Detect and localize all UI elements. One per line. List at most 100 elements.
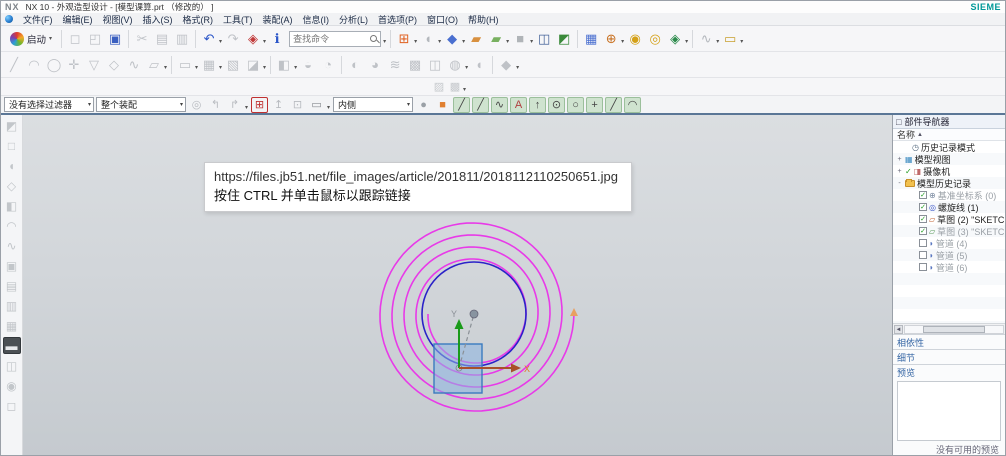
expander-icon[interactable]: + <box>896 168 903 175</box>
active-tool-icon[interactable]: ▬ <box>3 337 21 354</box>
orient-view-icon[interactable]: ◩ <box>554 29 574 49</box>
datum-plane-icon[interactable]: ◩ <box>3 117 21 134</box>
command-finder[interactable] <box>289 31 381 47</box>
menu-item-5[interactable]: 工具(T) <box>218 12 258 27</box>
freeform-icon[interactable]: ∿ <box>3 237 21 254</box>
block-feature-icon[interactable]: ◧ <box>3 197 21 214</box>
dropdown-caret-icon[interactable]: ▾ <box>245 104 248 111</box>
surface-tool-icon[interactable]: ▨ <box>431 80 447 94</box>
visibility-checkbox[interactable]: ✓ <box>919 203 927 211</box>
section-1[interactable]: 细节 <box>893 349 1005 364</box>
selection-scope-dropdown[interactable]: 整个装配▾ <box>96 97 186 112</box>
tree-row-7[interactable]: ✓▱草图 (3) "SKETCH_0... <box>893 225 1005 237</box>
visibility-checkbox[interactable] <box>919 251 927 259</box>
revolve-feature-icon[interactable]: ◇ <box>3 177 21 194</box>
search-icon[interactable] <box>370 35 377 42</box>
repeat-command-icon[interactable]: ◈ <box>243 29 263 49</box>
dropdown-caret-icon[interactable]: ▾ <box>685 38 688 45</box>
extrude-feature-icon[interactable]: ◖ <box>3 157 21 174</box>
isometric-view-icon[interactable]: ◆ <box>442 29 462 49</box>
boolean-icon[interactable]: ◍ <box>445 55 465 75</box>
tree-row-2[interactable]: +✓◨摄像机 <box>893 165 1005 177</box>
tree-row-1[interactable]: +▦模型视图 <box>893 153 1005 165</box>
region-select-icon[interactable]: ⊡ <box>289 97 306 113</box>
section-2[interactable]: 预览 <box>893 364 1005 379</box>
spring-tool-icon[interactable]: ∿ <box>696 29 716 49</box>
graphics-window[interactable]: YX https://files.jb51.net/file_images/ar… <box>23 115 892 455</box>
shell-icon[interactable]: ◖ <box>469 55 489 75</box>
key-copy-icon[interactable]: ◎ <box>645 29 665 49</box>
intersection-icon[interactable]: A <box>510 97 527 113</box>
sheet-icon[interactable]: ▦ <box>199 55 219 75</box>
tree-row-9[interactable]: ◗管道 (5) <box>893 249 1005 261</box>
mesh-icon[interactable]: ▧ <box>223 55 243 75</box>
swept-icon[interactable]: ◪ <box>243 55 263 75</box>
arc-center-icon[interactable]: ↑ <box>529 97 546 113</box>
dropdown-caret-icon[interactable]: ▾ <box>263 38 266 45</box>
snap-point-icon[interactable]: ■ <box>434 97 451 113</box>
tree-row-6[interactable]: ✓▱草图 (2) "SKETCH_0... <box>893 213 1005 225</box>
dropdown-caret-icon[interactable]: ▾ <box>462 38 465 45</box>
select-prev-icon[interactable]: ↰ <box>207 97 224 113</box>
tree-row-8[interactable]: ◗管道 (4) <box>893 237 1005 249</box>
list-feature-icon[interactable]: ▥ <box>3 297 21 314</box>
sketch-rect-icon[interactable]: ▭ <box>175 55 195 75</box>
dropdown-caret-icon[interactable]: ▾ <box>327 104 330 111</box>
thicken-icon[interactable]: ▣ <box>3 257 21 274</box>
part-navigator-header[interactable]: □ 部件导航器 <box>893 115 1005 129</box>
layer-settings-icon[interactable]: ▰ <box>466 29 486 49</box>
visibility-checkbox[interactable]: ✓ <box>919 227 927 235</box>
tree-row-3[interactable]: -模型历史记录 <box>893 177 1005 189</box>
swoosh-feature-icon[interactable]: ◠ <box>3 217 21 234</box>
visibility-checkbox[interactable] <box>919 239 927 247</box>
paste-icon[interactable]: ▥ <box>172 29 192 49</box>
cube-feature-icon[interactable]: ◻ <box>3 397 21 414</box>
visibility-checkbox[interactable]: ✓ <box>919 191 927 199</box>
menu-item-10[interactable]: 窗口(O) <box>422 12 463 27</box>
expander-icon[interactable]: - <box>896 180 903 187</box>
point-on-surface-icon[interactable]: ◠ <box>624 97 641 113</box>
menu-item-0[interactable]: 文件(F) <box>18 12 58 27</box>
copy-icon[interactable]: ▤ <box>152 29 172 49</box>
arc-icon[interactable]: ◠ <box>24 55 44 75</box>
import-export-icon[interactable]: ◈ <box>665 29 685 49</box>
revolve-icon[interactable]: ◒ <box>298 55 318 75</box>
menu-item-6[interactable]: 装配(A) <box>258 12 298 27</box>
pattern-icon[interactable]: ▩ <box>405 55 425 75</box>
select-all-icon[interactable]: ◎ <box>188 97 205 113</box>
visibility-checkbox[interactable]: ✓ <box>919 215 927 223</box>
dropdown-caret-icon[interactable]: ▾ <box>414 38 417 45</box>
dropdown-caret-icon[interactable]: ▾ <box>263 64 266 71</box>
menu-item-4[interactable]: 格式(R) <box>178 12 219 27</box>
menu-item-9[interactable]: 首选项(P) <box>373 12 422 27</box>
point-on-line-icon[interactable]: ╱ <box>605 97 622 113</box>
new-file-icon[interactable]: ◻ <box>65 29 85 49</box>
redo-icon[interactable]: ↷ <box>223 29 243 49</box>
pattern-feature-icon[interactable]: ▦ <box>3 317 21 334</box>
show-hide-icon[interactable]: ◖ <box>418 29 438 49</box>
expander-icon[interactable]: + <box>896 156 903 163</box>
circle-icon[interactable]: ◯ <box>44 55 64 75</box>
assembly-structure-icon[interactable]: ▦ <box>581 29 601 49</box>
command-search-input[interactable] <box>293 34 370 44</box>
scroll-thumb[interactable] <box>923 326 986 333</box>
polygon-icon[interactable]: ▽ <box>84 55 104 75</box>
line-icon[interactable]: ╱ <box>4 55 24 75</box>
menu-item-1[interactable]: 编辑(E) <box>58 12 98 27</box>
start-menu-button[interactable]: 启动▾ <box>4 29 58 49</box>
quadrant-icon[interactable]: ⊙ <box>548 97 565 113</box>
menu-item-11[interactable]: 帮助(H) <box>463 12 504 27</box>
dropdown-caret-icon[interactable]: ▾ <box>740 38 743 45</box>
menu-item-3[interactable]: 插入(S) <box>138 12 178 27</box>
sphere-feature-icon[interactable]: ◉ <box>3 377 21 394</box>
center-point[interactable] <box>470 310 478 318</box>
dropdown-caret-icon[interactable]: ▾ <box>219 64 222 71</box>
dropdown-caret-icon[interactable]: ▾ <box>621 38 624 45</box>
dropdown-caret-icon[interactable]: ▾ <box>219 38 222 45</box>
dropdown-caret-icon[interactable]: ▾ <box>438 38 441 45</box>
spline-icon[interactable]: ∿ <box>124 55 144 75</box>
dropdown-caret-icon[interactable]: ▾ <box>383 38 386 45</box>
name-column-header[interactable]: 名称 ▲ <box>893 129 1005 141</box>
rollover-icon[interactable]: ● <box>415 97 432 113</box>
visibility-checkbox[interactable] <box>919 263 927 271</box>
